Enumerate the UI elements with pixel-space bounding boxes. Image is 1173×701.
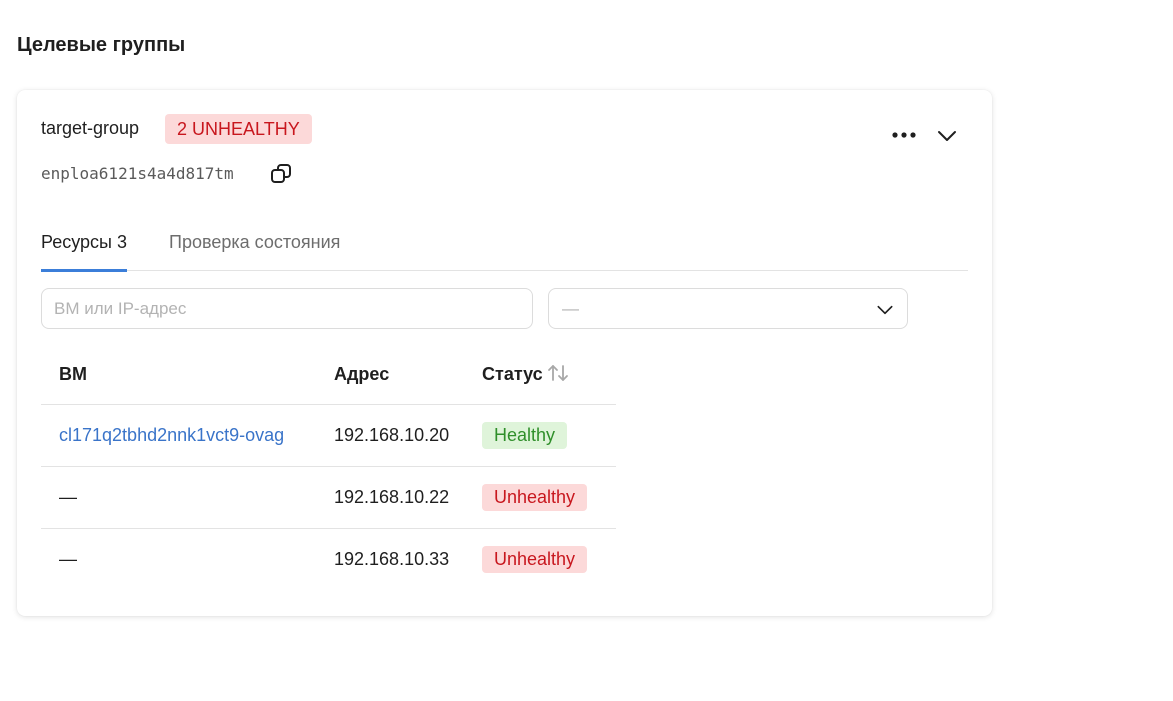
table-row: cl171q2tbhd2nnk1vct9-ovag 192.168.10.20 … [41, 404, 616, 467]
column-header-status[interactable]: Статус [464, 345, 616, 405]
status-badge: Unhealthy [482, 545, 588, 573]
tab-resources[interactable]: Ресурсы 3 [41, 232, 127, 272]
group-id: enploa6121s4a4d817tm [41, 164, 234, 183]
search-input[interactable] [41, 288, 533, 329]
address-cell: 192.168.10.20 [316, 404, 464, 467]
column-header-address: Адрес [316, 345, 464, 405]
collapse-button[interactable] [935, 124, 959, 148]
chevron-down-icon [877, 305, 893, 315]
status-filter-select[interactable]: — [548, 288, 908, 329]
table-header-row: ВМ Адрес Статус [41, 345, 616, 405]
vm-cell: — [59, 548, 77, 569]
resources-table: ВМ Адрес Статус cl171q2tbhd2nnk1vct9-ova… [41, 345, 616, 590]
more-actions-button[interactable] [889, 124, 919, 146]
unhealthy-count-badge: 2 UNHEALTHY [165, 114, 312, 144]
address-cell: 192.168.10.22 [316, 466, 464, 529]
copy-id-button[interactable] [269, 162, 293, 186]
copy-icon [271, 164, 291, 183]
more-horizontal-icon [892, 132, 916, 138]
vm-cell: — [41, 466, 316, 529]
tab-health-check[interactable]: Проверка состояния [169, 232, 340, 269]
status-badge: Healthy [482, 421, 568, 449]
table-row: — 192.168.10.22 Unhealthy [41, 466, 616, 529]
page-title: Целевые группы [17, 34, 186, 56]
tabs: Ресурсы 3 Проверка состояния [41, 230, 968, 272]
chevron-down-icon [938, 131, 956, 141]
table-row: — 192.168.10.33 Unhealthy [41, 528, 616, 590]
status-badge: Unhealthy [482, 483, 588, 511]
status-cell: Healthy [464, 404, 616, 467]
vm-link[interactable]: cl171q2tbhd2nnk1vct9-ovag [59, 425, 284, 445]
sort-arrows-icon[interactable] [547, 363, 569, 383]
column-header-vm: ВМ [41, 345, 316, 405]
target-group-card: target-group 2 UNHEALTHY enploa6121s4a4d… [17, 90, 992, 616]
address-cell: 192.168.10.33 [334, 548, 450, 569]
status-cell: Unhealthy [464, 466, 616, 529]
status-cell: Unhealthy [464, 528, 616, 590]
vm-cell: cl171q2tbhd2nnk1vct9-ovag [41, 404, 316, 467]
group-name: target-group [41, 118, 140, 138]
select-value: — [562, 299, 579, 318]
